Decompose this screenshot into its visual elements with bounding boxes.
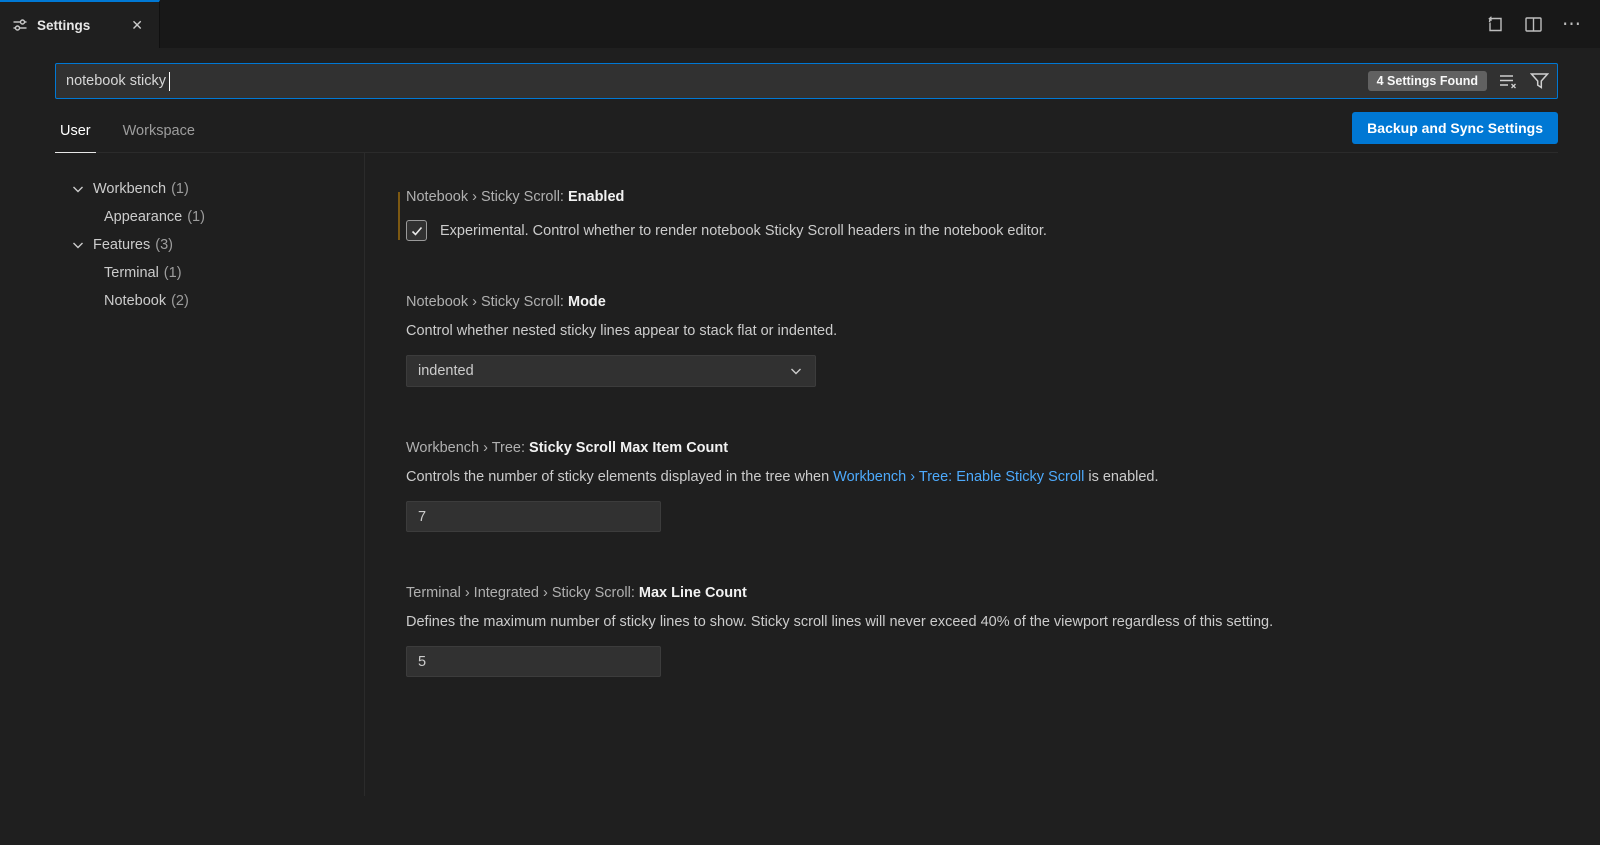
toc-count: (1) bbox=[187, 209, 205, 225]
scope-tabs-row: User Workspace Backup and Sync Settings bbox=[55, 105, 1558, 153]
toc-label: Features bbox=[93, 237, 150, 253]
toc-label: Notebook bbox=[104, 293, 166, 309]
setting-notebook-sticky-scroll-mode: Notebook › Sticky Scroll: Mode Control w… bbox=[406, 294, 1560, 387]
split-editor-icon[interactable] bbox=[1525, 17, 1542, 32]
setting-title: Notebook › Sticky Scroll: Enabled bbox=[406, 189, 1560, 205]
enabled-checkbox[interactable] bbox=[406, 220, 427, 241]
chevron-down-icon[interactable] bbox=[70, 181, 86, 197]
toc-item-notebook[interactable]: Notebook (2) bbox=[0, 287, 364, 315]
setting-name: Max Line Count bbox=[639, 585, 747, 601]
modified-indicator bbox=[398, 192, 400, 240]
search-controls: 4 Settings Found bbox=[1368, 71, 1549, 91]
setting-description: Defines the maximum number of sticky lin… bbox=[406, 612, 1560, 633]
description-text: Controls the number of sticky elements d… bbox=[406, 469, 833, 485]
toc-label: Terminal bbox=[104, 265, 159, 281]
settings-body: Workbench (1) Appearance (1) Features (3… bbox=[0, 153, 1600, 796]
setting-terminal-sticky-scroll-max-line-count: Terminal › Integrated › Sticky Scroll: M… bbox=[406, 585, 1560, 677]
mode-select-dropdown[interactable]: indented bbox=[406, 355, 816, 387]
setting-name: Enabled bbox=[568, 189, 624, 205]
description-text: is enabled. bbox=[1084, 469, 1158, 485]
search-query-text: notebook sticky bbox=[66, 73, 166, 89]
tab-title: Settings bbox=[37, 18, 90, 33]
setting-name: Mode bbox=[568, 294, 606, 310]
settings-sliders-icon bbox=[12, 17, 28, 33]
setting-name: Sticky Scroll Max Item Count bbox=[529, 440, 728, 456]
results-count-badge: 4 Settings Found bbox=[1368, 71, 1487, 91]
related-setting-link[interactable]: Workbench › Tree: Enable Sticky Scroll bbox=[833, 469, 1084, 485]
setting-description: Experimental. Control whether to render … bbox=[440, 223, 1047, 239]
checkbox-row: Experimental. Control whether to render … bbox=[406, 220, 1560, 241]
input-value: 7 bbox=[418, 509, 426, 525]
setting-workbench-tree-sticky-scroll-max-item-count: Workbench › Tree: Sticky Scroll Max Item… bbox=[406, 440, 1560, 532]
text-caret bbox=[169, 72, 171, 91]
settings-tab[interactable]: Settings ✕ bbox=[0, 0, 160, 48]
settings-search-area: notebook sticky 4 Settings Found bbox=[55, 63, 1558, 99]
setting-notebook-sticky-scroll-enabled: Notebook › Sticky Scroll: Enabled Experi… bbox=[406, 189, 1560, 241]
toc-count: (3) bbox=[155, 237, 173, 253]
setting-category: Workbench › Tree: bbox=[406, 440, 525, 456]
tab-user[interactable]: User bbox=[55, 123, 96, 153]
filter-icon[interactable] bbox=[1530, 72, 1549, 90]
settings-list: Notebook › Sticky Scroll: Enabled Experi… bbox=[365, 153, 1600, 796]
toc-count: (2) bbox=[171, 293, 189, 309]
clear-search-icon[interactable] bbox=[1499, 73, 1518, 90]
backup-and-sync-settings-button[interactable]: Backup and Sync Settings bbox=[1352, 112, 1558, 144]
toc-item-workbench[interactable]: Workbench (1) bbox=[0, 175, 364, 203]
max-item-count-input[interactable]: 7 bbox=[406, 501, 661, 532]
toc-label: Appearance bbox=[104, 209, 182, 225]
toc-item-appearance[interactable]: Appearance (1) bbox=[0, 203, 364, 231]
tab-workspace[interactable]: Workspace bbox=[118, 123, 200, 152]
input-value: 5 bbox=[418, 654, 426, 670]
open-settings-json-icon[interactable] bbox=[1486, 15, 1505, 34]
toc-count: (1) bbox=[171, 181, 189, 197]
checkmark-icon bbox=[410, 224, 424, 238]
selected-option: indented bbox=[418, 363, 474, 379]
setting-category: Notebook › Sticky Scroll: bbox=[406, 294, 564, 310]
setting-title: Notebook › Sticky Scroll: Mode bbox=[406, 294, 1560, 310]
setting-title: Workbench › Tree: Sticky Scroll Max Item… bbox=[406, 440, 1560, 456]
toc-item-terminal[interactable]: Terminal (1) bbox=[0, 259, 364, 287]
setting-title: Terminal › Integrated › Sticky Scroll: M… bbox=[406, 585, 1560, 601]
setting-category: Notebook › Sticky Scroll: bbox=[406, 189, 564, 205]
setting-description: Controls the number of sticky elements d… bbox=[406, 467, 1560, 488]
toc-item-features[interactable]: Features (3) bbox=[0, 231, 364, 259]
more-actions-icon[interactable]: ⋯ bbox=[1562, 13, 1582, 36]
settings-search-input[interactable]: notebook sticky 4 Settings Found bbox=[55, 63, 1558, 99]
chevron-down-icon[interactable] bbox=[70, 237, 86, 253]
settings-toc-tree: Workbench (1) Appearance (1) Features (3… bbox=[0, 153, 365, 796]
toc-count: (1) bbox=[164, 265, 182, 281]
editor-tab-bar: Settings ✕ ⋯ bbox=[0, 0, 1600, 48]
editor-actions: ⋯ bbox=[1486, 0, 1600, 48]
close-tab-icon[interactable]: ✕ bbox=[127, 15, 147, 36]
toc-label: Workbench bbox=[93, 181, 166, 197]
setting-category: Terminal › Integrated › Sticky Scroll: bbox=[406, 585, 635, 601]
max-line-count-input[interactable]: 5 bbox=[406, 646, 661, 677]
setting-description: Control whether nested sticky lines appe… bbox=[406, 321, 1560, 342]
chevron-down-icon bbox=[788, 363, 804, 379]
